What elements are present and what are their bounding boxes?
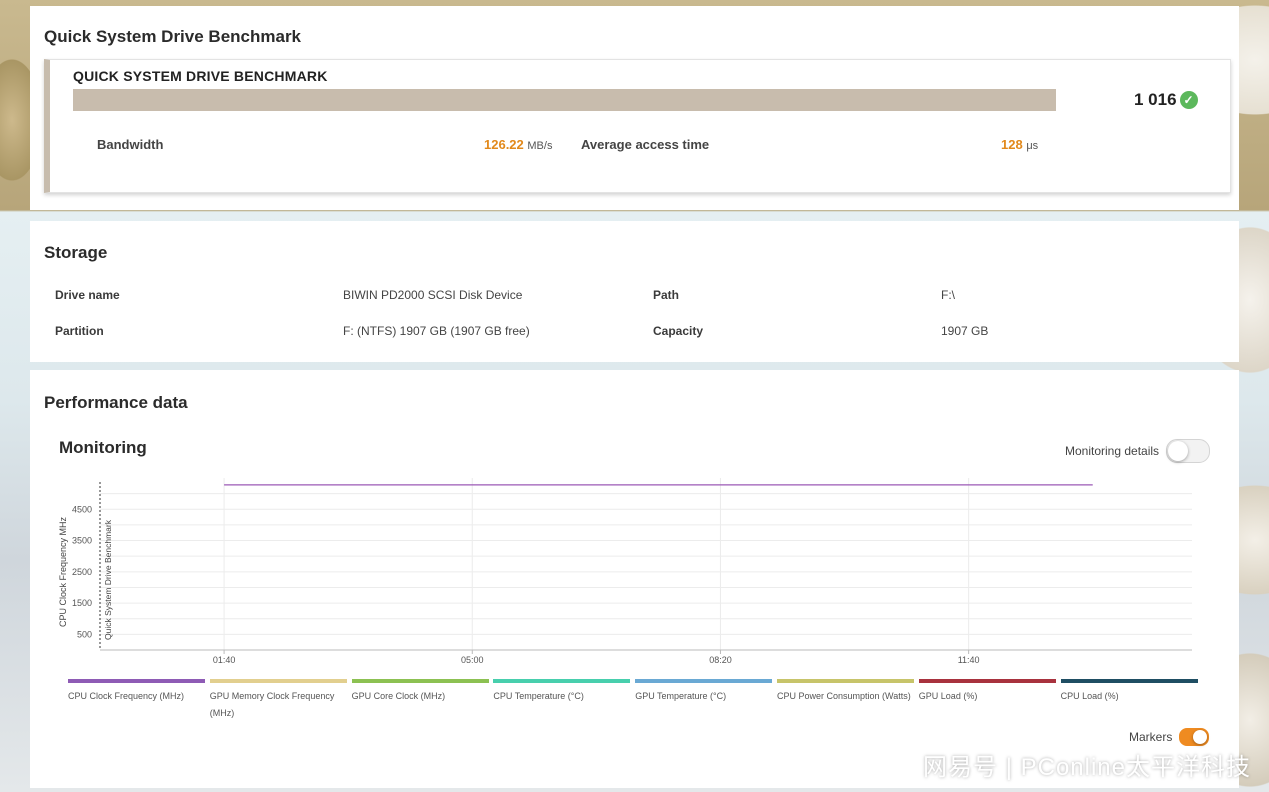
legend-label: CPU Clock Frequency (MHz) bbox=[68, 691, 185, 701]
markers-label: Markers bbox=[1129, 730, 1173, 744]
markers-toggle-group: Markers bbox=[1129, 728, 1210, 746]
bandwidth-value: 126.22 MB/s bbox=[484, 137, 552, 152]
capacity-label: Capacity bbox=[653, 324, 704, 338]
y-axis-label: CPU Clock Frequency MHz bbox=[58, 516, 68, 627]
legend-label: CPU Load (%) bbox=[1060, 691, 1119, 701]
partition-label: Partition bbox=[55, 324, 104, 338]
storage-title: Storage bbox=[44, 243, 108, 262]
bandwidth-label: Bandwidth bbox=[97, 137, 164, 152]
legend-label: GPU Load (%) bbox=[918, 691, 978, 701]
chart-x-axis: 01:40 05:00 08:20 11:40 bbox=[100, 649, 1192, 665]
legend-item[interactable]: CPU Temperature (°C) bbox=[493, 679, 631, 705]
toggle-knob bbox=[1168, 441, 1189, 461]
monitoring-details-toggle-group: Monitoring details bbox=[1065, 439, 1211, 463]
benchmark-card[interactable]: QUICK SYSTEM DRIVE BENCHMARK 1 016 ✓ Ban… bbox=[44, 59, 1231, 193]
benchmark-marker-label: Quick System Drive Benchmark bbox=[103, 519, 113, 640]
legend-label: CPU Temperature (°C) bbox=[493, 691, 584, 701]
legend-item[interactable]: GPU Load (%) bbox=[918, 679, 1056, 705]
monitoring-chart: 500 1500 2500 3500 4500 01:40 05:00 08:20 11:40… bbox=[58, 478, 1192, 665]
access-time-number: 128 bbox=[1001, 137, 1023, 152]
benchmark-panel-title: Quick System Drive Benchmark bbox=[44, 27, 302, 46]
legend-label: CPU Power Consumption (Watts) bbox=[777, 691, 911, 701]
legend-swatch bbox=[68, 679, 205, 683]
y-tick-label: 4500 bbox=[72, 504, 92, 514]
x-tick-label: 05:00 bbox=[461, 655, 484, 665]
y-tick-label: 3500 bbox=[72, 536, 92, 546]
bandwidth-unit: MB/s bbox=[527, 140, 553, 152]
drive-name-label: Drive name bbox=[55, 288, 120, 302]
path-value: F:\ bbox=[941, 288, 955, 302]
legend-swatch bbox=[918, 679, 1056, 683]
partition-value: F: (NTFS) 1907 GB (1907 GB free) bbox=[343, 324, 530, 338]
check-circle-icon: ✓ bbox=[1179, 91, 1198, 109]
score-value: 1 016 bbox=[1134, 90, 1177, 109]
capacity-value: 1907 GB bbox=[941, 324, 989, 338]
x-tick-label: 11:40 bbox=[958, 655, 980, 665]
markers-toggle[interactable] bbox=[1179, 728, 1210, 746]
legend-item[interactable]: GPU Temperature (°C) bbox=[635, 679, 773, 705]
x-tick-label: 01:40 bbox=[213, 655, 236, 665]
legend-swatch bbox=[777, 679, 914, 683]
legend-item[interactable]: GPU Core Clock (MHz) bbox=[351, 679, 489, 705]
monitoring-details-toggle[interactable] bbox=[1166, 439, 1211, 463]
chart-grid bbox=[100, 478, 1192, 650]
y-tick-label: 2500 bbox=[72, 567, 92, 577]
benchmark-score: 1 016 ✓ bbox=[1134, 90, 1198, 110]
access-time-label: Average access time bbox=[581, 137, 710, 152]
monitoring-title: Monitoring bbox=[59, 438, 147, 457]
bandwidth-number: 126.22 bbox=[484, 137, 524, 152]
x-tick-label: 08:20 bbox=[709, 655, 732, 665]
access-time-unit: μs bbox=[1026, 140, 1039, 152]
monitoring-details-label: Monitoring details bbox=[1065, 444, 1160, 458]
legend-label: GPU Core Clock (MHz) bbox=[351, 691, 446, 701]
legend-item[interactable]: CPU Power Consumption (Watts) bbox=[777, 679, 914, 705]
chart-y-axis: 500 1500 2500 3500 4500 bbox=[72, 504, 92, 639]
legend-item[interactable]: GPU Memory Clock Frequency (MHz) bbox=[209, 679, 347, 722]
legend-swatch bbox=[209, 679, 347, 683]
legend-item[interactable]: CPU Clock Frequency (MHz) bbox=[68, 679, 205, 705]
y-tick-label: 1500 bbox=[72, 598, 92, 608]
storage-panel: Storage Drive name BIWIN PD2000 SCSI Dis… bbox=[30, 221, 1239, 362]
y-tick-label: 500 bbox=[77, 629, 92, 639]
access-time-value: 128 μs bbox=[1001, 137, 1038, 152]
performance-title: Performance data bbox=[44, 393, 188, 412]
benchmark-panel: Quick System Drive Benchmark QUICK SYSTE… bbox=[30, 6, 1239, 210]
path-label: Path bbox=[653, 288, 680, 302]
drive-name-value: BIWIN PD2000 SCSI Disk Device bbox=[343, 288, 523, 302]
legend-label: GPU Temperature (°C) bbox=[635, 691, 727, 701]
legend-item[interactable]: CPU Load (%) bbox=[1060, 679, 1198, 705]
legend-swatch bbox=[493, 679, 631, 683]
benchmark-score-bar bbox=[73, 89, 1056, 111]
performance-panel: Performance data Monitoring Monitoring d… bbox=[30, 370, 1239, 788]
watermark-text: 网易号 | PConline太平洋科技 bbox=[923, 754, 1251, 781]
legend-swatch bbox=[351, 679, 489, 683]
legend-swatch bbox=[635, 679, 773, 683]
legend-label: GPU Memory Clock Frequency (MHz) bbox=[209, 691, 335, 718]
benchmark-heading: QUICK SYSTEM DRIVE BENCHMARK bbox=[73, 68, 328, 84]
toggle-knob bbox=[1193, 730, 1208, 744]
legend-swatch bbox=[1060, 679, 1198, 683]
